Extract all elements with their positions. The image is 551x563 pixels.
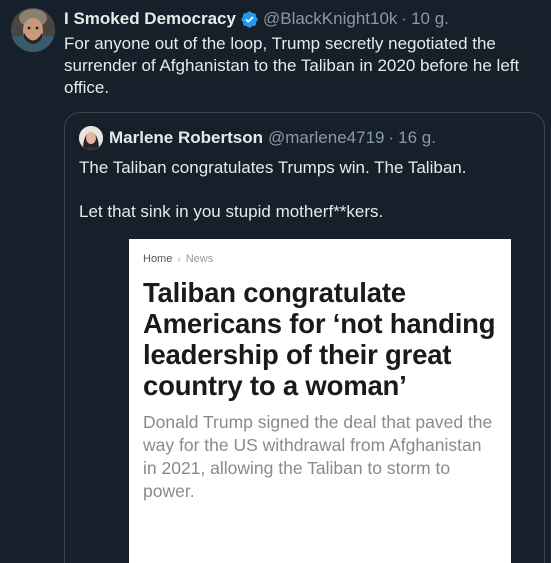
quote-paragraph: The Taliban congratulates Trumps win. Th… [79, 158, 467, 177]
breadcrumb-chevron-icon: › [177, 253, 181, 265]
author-handle[interactable]: @BlackKnight10k [263, 9, 397, 29]
quote-timestamp[interactable]: 16 g. [398, 128, 436, 148]
article-subheadline: Donald Trump signed the deal that paved … [143, 412, 493, 501]
quote-author-avatar[interactable] [79, 126, 103, 150]
author-name[interactable]: I Smoked Democracy [64, 9, 236, 29]
quote-header-separator: · [388, 128, 395, 147]
tweet-header: I Smoked Democracy @BlackKnight10k · 10 … [64, 9, 449, 29]
quote-author-handle[interactable]: @marlene4719 [268, 128, 385, 148]
verified-badge-icon [240, 10, 259, 29]
header-separator: · [401, 9, 408, 28]
breadcrumb-home: Home [143, 253, 173, 265]
quote-text: The Taliban congratulates Trumps win. Th… [79, 157, 529, 245]
quote-header: Marlene Robertson @marlene4719 · 16 g. [79, 126, 436, 150]
tweet: I Smoked Democracy @BlackKnight10k · 10 … [0, 0, 551, 563]
quoted-tweet[interactable]: Marlene Robertson @marlene4719 · 16 g. T… [64, 112, 545, 563]
quote-author-name[interactable]: Marlene Robertson [109, 128, 263, 148]
tweet-timestamp[interactable]: 10 g. [411, 9, 449, 29]
article-headline: Taliban congratulate Americans for ‘not … [143, 277, 496, 401]
article-screenshot-image[interactable]: Home › News Taliban congratulate America… [129, 239, 511, 563]
article-breadcrumb: Home › News [143, 253, 497, 265]
quote-paragraph: Let that sink in you stupid motherf**ker… [79, 202, 384, 221]
breadcrumb-news: News [185, 253, 214, 265]
author-avatar[interactable] [11, 8, 55, 52]
tweet-text: For anyone out of the loop, Trump secret… [64, 34, 520, 97]
